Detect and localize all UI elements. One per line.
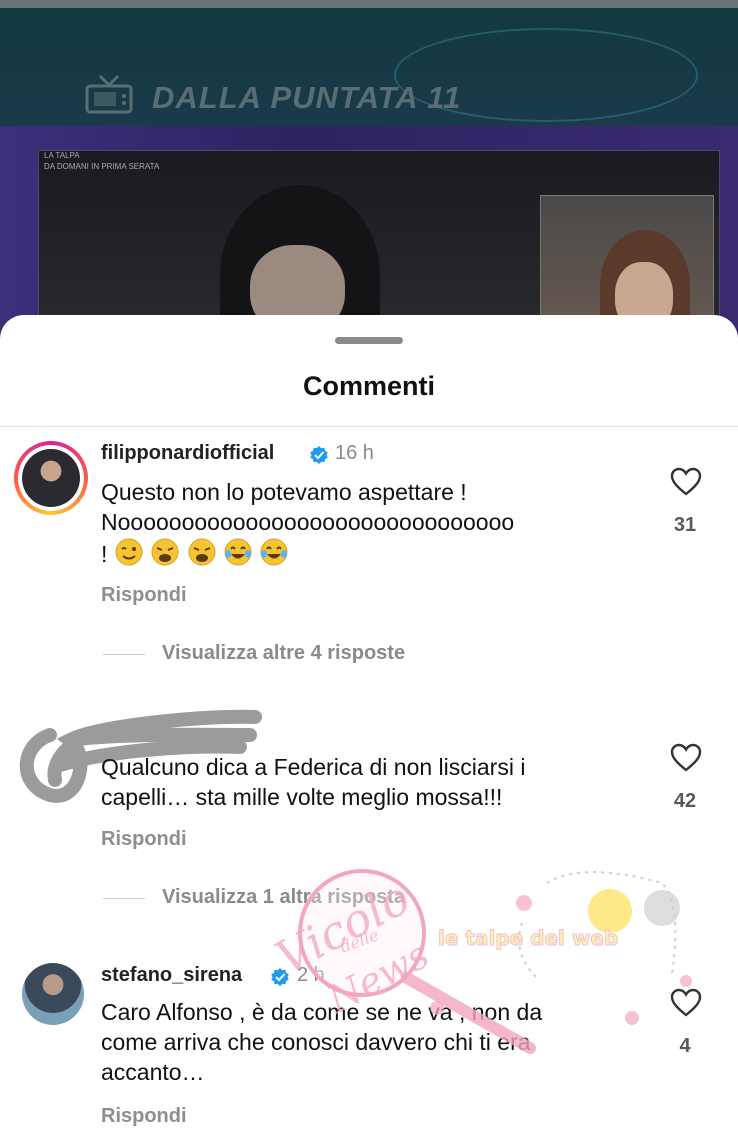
comment-text-line: Nooooooooooooooooooooooooooooooo: [101, 509, 515, 535]
avatar: [22, 449, 80, 507]
watermark-tagline: le talpe del web: [438, 926, 618, 950]
weary-face-icon: [188, 538, 216, 566]
tv-icon: [85, 74, 133, 114]
sheet-title: Commenti: [302, 371, 435, 401]
header-divider: [0, 426, 738, 427]
like-count: 4: [679, 1035, 691, 1057]
comment-text-suffix: !: [101, 541, 108, 567]
comment-username[interactable]: filipponardiofficial: [101, 442, 274, 465]
show-tag-line1: LA TALPA: [44, 151, 80, 160]
comment-text-line: come arriva che conosci davvero chi ti e…: [101, 1029, 531, 1055]
replies-line: [103, 898, 145, 899]
reply-button[interactable]: Rispondi: [101, 1105, 187, 1128]
watermark-small: delle: [338, 925, 382, 956]
avatar[interactable]: [22, 963, 84, 1025]
comment-text-line: Questo non lo potevamo aspettare !: [101, 479, 467, 505]
verified-badge-icon: [271, 968, 289, 986]
video-background: DALLA PUNTATA 11 LA TALPA DA DOMANI IN P…: [0, 0, 738, 340]
show-tag-line2: DA DOMANI IN PRIMA SERATA: [44, 162, 160, 171]
comment-username[interactable]: stefano_sirena: [101, 964, 242, 987]
drag-handle[interactable]: [335, 337, 403, 344]
show-tag: LA TALPA DA DOMANI IN PRIMA SERATA: [44, 150, 159, 172]
banner-text: DALLA PUNTATA 11: [152, 80, 462, 115]
comment-time: 16 h: [335, 442, 374, 464]
avatar-story-ring[interactable]: [14, 441, 88, 515]
status-strip: [0, 0, 738, 8]
comment-text-line: Qualcuno dica a Federica di non lisciars…: [101, 754, 526, 780]
comment-text-line: Caro Alfonso , è da come se ne va , non …: [101, 999, 543, 1025]
replies-line: [103, 654, 145, 655]
comment-time: 2 h: [297, 964, 325, 986]
heart-icon[interactable]: [670, 467, 702, 497]
comment-text-line: capelli… sta mille volte meglio mossa!!!: [101, 784, 503, 810]
tears-of-joy-icon: [224, 538, 252, 566]
verified-badge-icon: [310, 446, 328, 464]
heart-icon[interactable]: [670, 743, 702, 773]
like-count: 31: [673, 514, 697, 536]
comment-text: Qualcuno dica a Federica di non lisciars…: [101, 752, 641, 812]
comment-text: Caro Alfonso , è da come se ne va , non …: [101, 997, 641, 1087]
view-more-replies[interactable]: Visualizza altre 4 risposte: [162, 642, 405, 665]
tears-of-joy-icon: [260, 538, 288, 566]
reply-button[interactable]: Rispondi: [101, 584, 187, 607]
heart-icon[interactable]: [670, 988, 702, 1018]
like-count: 42: [673, 790, 697, 812]
comments-sheet: Commenti filipponardiofficial 16 h Quest…: [0, 315, 738, 1134]
comment-text-line: !: [101, 537, 641, 569]
comment-text: Questo non lo potevamo aspettare ! Noooo…: [101, 477, 641, 569]
comment-text-line: accanto…: [101, 1059, 205, 1085]
view-more-replies[interactable]: Visualizza 1 altra risposta: [162, 886, 405, 909]
weary-face-icon: [151, 538, 179, 566]
winking-face-icon: [115, 538, 143, 566]
reply-button[interactable]: Rispondi: [101, 828, 187, 851]
